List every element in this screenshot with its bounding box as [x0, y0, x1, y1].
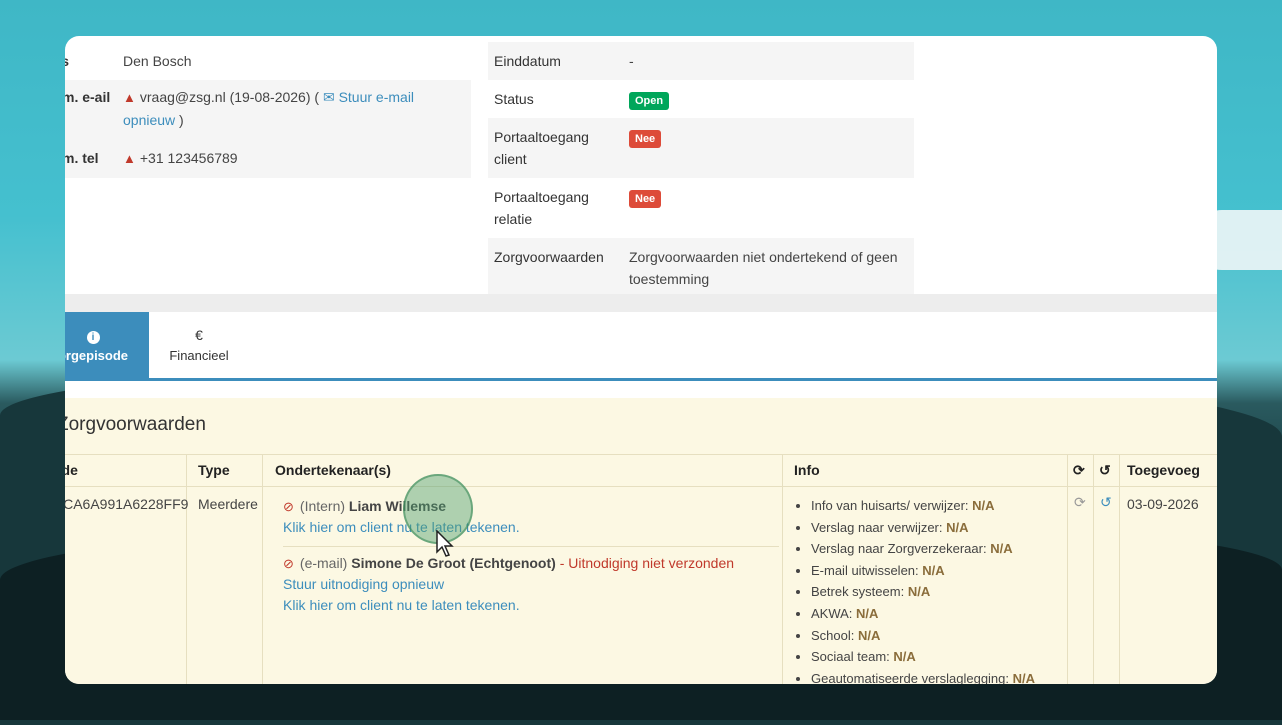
- list-item: School: N/A: [811, 625, 1065, 647]
- resend-invite-link[interactable]: Stuur uitnodiging opnieuw: [283, 574, 779, 595]
- label-status: Status: [494, 91, 534, 107]
- signer2-status: - Uitnodiging niet verzonden: [559, 555, 735, 571]
- ban-icon: ⊘: [283, 556, 294, 571]
- sign-now-link-1[interactable]: Klik hier om client nu te laten tekenen.: [283, 517, 779, 538]
- envelope-icon: ✉: [322, 89, 335, 105]
- list-item: Info van huisarts/ verwijzer: N/A: [811, 495, 1065, 517]
- email-close-paren: ): [179, 112, 184, 128]
- label-einddatum: Einddatum: [494, 53, 561, 69]
- label-zorgvoorwaarden: Zorgvoorwaarden: [494, 249, 604, 265]
- list-item: E-mail uitwisselen: N/A: [811, 560, 1065, 582]
- tab-bar: i orgepisode € Financieel: [65, 312, 1217, 381]
- value-email: ▲ vraag@zsg.nl (19-08-2026) ( ✉ Stuur e-m…: [123, 86, 465, 131]
- label-email: omm. e-ail: [65, 89, 111, 105]
- euro-icon: €: [195, 327, 203, 343]
- list-item: Verslag naar verwijzer: N/A: [811, 517, 1065, 539]
- label-portaal-relatie: Portaaltoegang relatie: [494, 189, 589, 227]
- cell-signers: ⊘ (Intern) Liam Willemse Klik hier om cli…: [283, 496, 779, 616]
- row-portaal-relatie: Portaaltoegang relatie Nee: [488, 178, 914, 238]
- row-portaal-client: Portaaltoegang client Nee: [488, 118, 914, 178]
- signer1-prefix: (Intern): [299, 498, 346, 514]
- label-tel: omm. tel: [65, 150, 99, 166]
- col-type: Type: [198, 462, 230, 478]
- value-portaal-client: Nee: [629, 126, 908, 170]
- cell-code: RCA6A991A6228FF9: [65, 496, 189, 512]
- status-badge: Open: [629, 92, 670, 110]
- mouse-pointer-icon: [436, 530, 454, 557]
- value-plaats: Den Bosch: [123, 53, 192, 69]
- tab-zorgepisode[interactable]: i orgepisode: [65, 312, 149, 378]
- info-list: Info van huisarts/ verwijzer: N/A Versla…: [793, 495, 1065, 684]
- value-einddatum: -: [629, 53, 634, 69]
- warning-icon: ▲: [123, 90, 136, 105]
- label-portaal-client: Portaaltoegang client: [494, 129, 589, 167]
- row-tel: omm. tel ▲+31 123456789: [65, 139, 471, 178]
- row-history-icon[interactable]: ↺: [1100, 494, 1112, 511]
- history-icon[interactable]: ↺: [1099, 454, 1111, 486]
- tel-text: +31 123456789: [139, 150, 238, 166]
- row-plaats: aats Den Bosch: [65, 42, 471, 80]
- list-item: Betrek systeem: N/A: [811, 581, 1065, 603]
- col-code: ode: [65, 462, 78, 478]
- contact-info-table: aats Den Bosch omm. e-ail ▲vraag@zsg.nl …: [65, 42, 471, 178]
- row-einddatum: Einddatum -: [488, 42, 914, 80]
- col-info: Info: [794, 462, 820, 478]
- value-portaal-relatie: Nee: [629, 186, 908, 230]
- col-signers: Ondertekenaar(s): [275, 462, 391, 478]
- list-item: Sociaal team: N/A: [811, 646, 1065, 668]
- value-status: Open: [629, 88, 908, 110]
- panel-title: Zorgvoorwaarden: [65, 414, 206, 435]
- value-tel: ▲ +31 123456789: [123, 147, 465, 170]
- portal-relatie-badge: Nee: [629, 190, 662, 208]
- warning-icon: ▲: [123, 151, 136, 166]
- cell-info: Info van huisarts/ verwijzer: N/A Versla…: [793, 495, 1065, 684]
- tab-zorgepisode-label: orgepisode: [65, 348, 129, 363]
- list-item: Verslag naar Zorgverzekeraar: N/A: [811, 538, 1065, 560]
- cell-type: Meerdere: [198, 496, 258, 512]
- row-zorgvoorwaarden: Zorgvoorwaarden Zorgvoorwaarden niet ond…: [488, 238, 914, 298]
- value-zorgvoorwaarden: Zorgvoorwaarden niet ondertekend of geen…: [629, 249, 898, 287]
- col-added: Toegevoeg: [1127, 462, 1200, 478]
- signer2-prefix: (e-mail): [299, 555, 348, 571]
- zorgvoorwaarden-panel: Zorgvoorwaarden ode Type Ondertekenaar(s…: [65, 398, 1217, 684]
- label-plaats: aats: [65, 53, 70, 69]
- list-item: Geautomatiseerde verslaglegging: N/A: [811, 668, 1065, 684]
- tab-financieel[interactable]: € Financieel: [161, 312, 237, 378]
- list-item: AKWA: N/A: [811, 603, 1065, 625]
- cell-added: 03-09-2026: [1127, 496, 1199, 512]
- signer-intern: ⊘ (Intern) Liam Willemse: [283, 496, 779, 517]
- sign-now-link-2[interactable]: Klik hier om client nu te laten tekenen.: [283, 595, 779, 616]
- info-icon: i: [86, 331, 100, 344]
- signer-email: ⊘ (e-mail) Simone De Groot (Echtgenoot) -…: [283, 553, 779, 574]
- content-card: aats Den Bosch omm. e-ail ▲vraag@zsg.nl …: [65, 36, 1217, 684]
- email-text: vraag@zsg.nl (19-08-2026) (: [139, 89, 320, 105]
- episode-info-table: Einddatum - Status Open Portaaltoegang c…: [488, 42, 914, 298]
- portal-client-badge: Nee: [629, 130, 662, 148]
- row-status: Status Open: [488, 80, 914, 118]
- ban-icon: ⊘: [283, 499, 294, 514]
- row-email: omm. e-ail ▲vraag@zsg.nl (19-08-2026) ( …: [65, 80, 471, 139]
- tab-financieel-label: Financieel: [169, 348, 229, 363]
- row-refresh-icon[interactable]: ⟳: [1074, 494, 1086, 511]
- refresh-icon[interactable]: ⟳: [1073, 454, 1085, 486]
- section-divider: [65, 294, 1217, 312]
